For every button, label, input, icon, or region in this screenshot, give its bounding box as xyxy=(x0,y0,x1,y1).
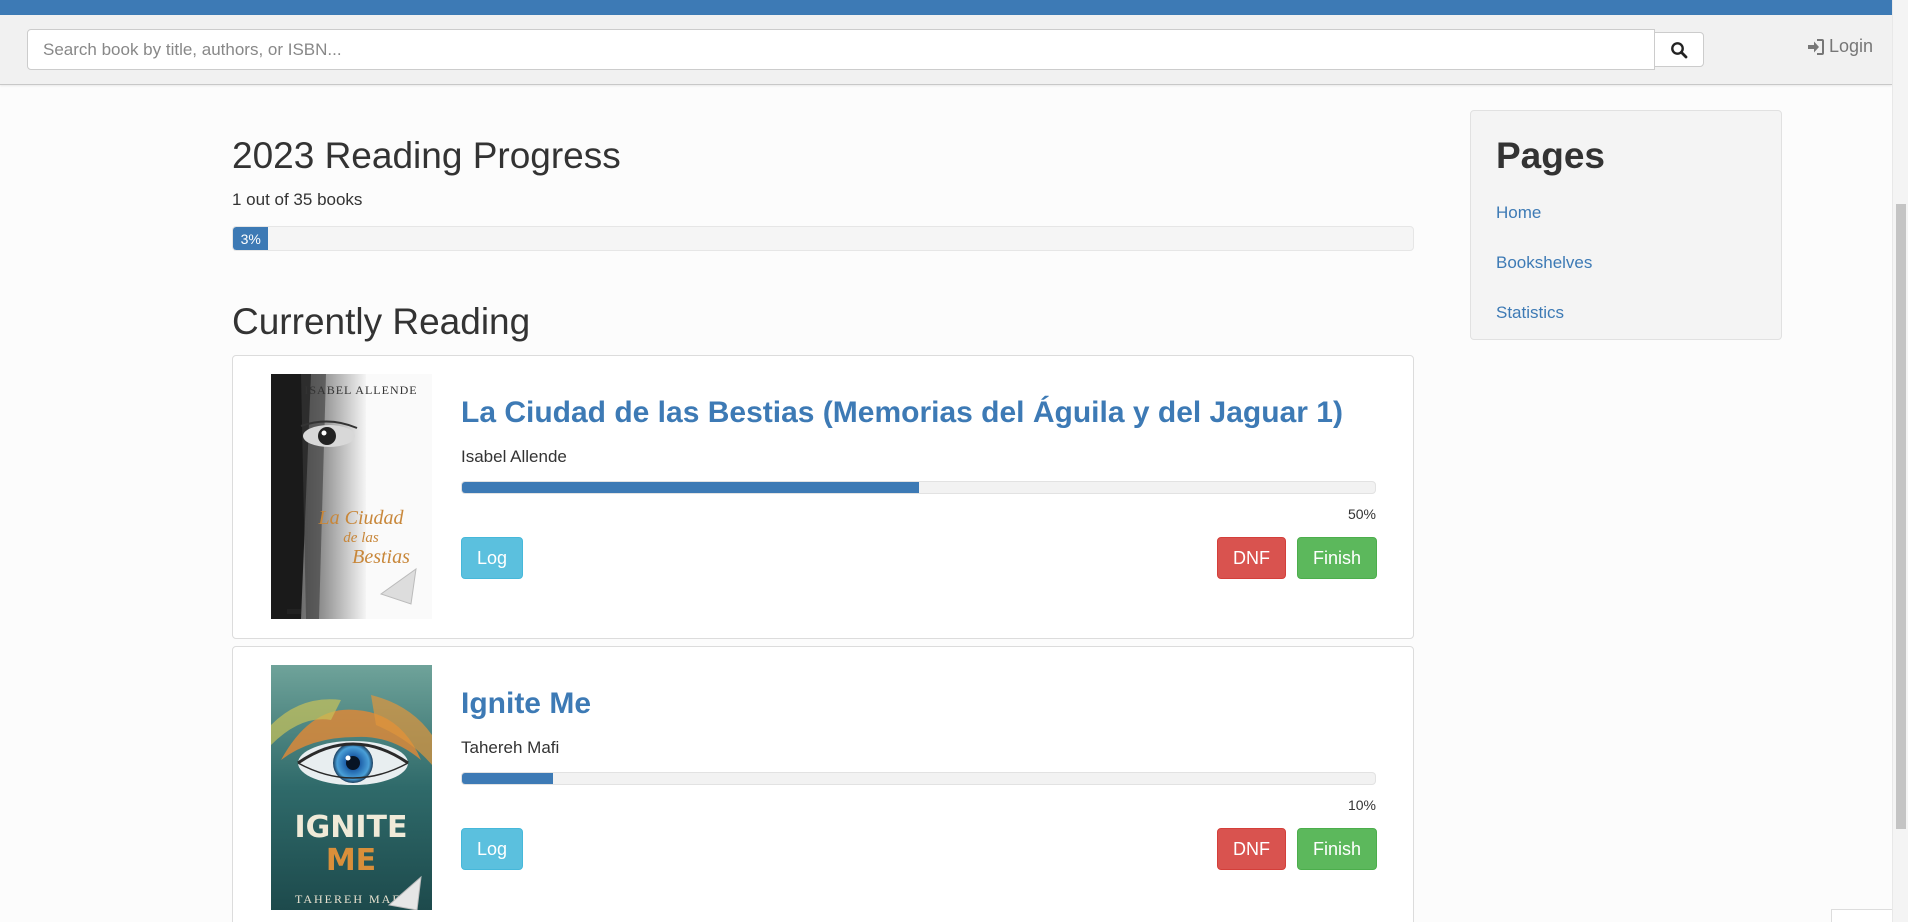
book-progress-bar xyxy=(461,481,1376,494)
cover-title-line: Bestias xyxy=(352,546,410,568)
corner-panel xyxy=(1831,909,1892,922)
reading-progress-heading: 2023 Reading Progress xyxy=(232,135,621,176)
log-button[interactable]: Log xyxy=(461,537,523,579)
login-link[interactable]: Login xyxy=(1807,36,1873,57)
scrollbar-thumb[interactable] xyxy=(1896,204,1906,829)
cover-title-line: de las xyxy=(343,530,379,546)
finish-button[interactable]: Finish xyxy=(1297,828,1377,870)
cover-title-line: IGNITE xyxy=(294,810,407,845)
book-card: IGNITE ME TAHEREH MAFI Ignite Me Tahereh… xyxy=(232,646,1414,922)
log-button[interactable]: Log xyxy=(461,828,523,870)
sidebar-title: Pages xyxy=(1496,135,1606,176)
top-accent-bar xyxy=(0,0,1892,15)
book-progress-percent: 50% xyxy=(1347,506,1376,522)
book-author: Tahereh Mafi xyxy=(461,738,560,757)
book-progress-percent: 10% xyxy=(1347,797,1376,813)
sign-in-icon xyxy=(1808,38,1824,55)
header: Login xyxy=(0,15,1892,85)
book-progress-fill xyxy=(462,773,554,784)
book-title-link[interactable]: La Ciudad de las Bestias (Memorias del Á… xyxy=(461,396,1343,430)
currently-reading-heading: Currently Reading xyxy=(232,301,531,342)
sidebar-link-bookshelves[interactable]: Bookshelves xyxy=(1496,253,1592,273)
reading-progress-count: 1 out of 35 books xyxy=(232,190,363,209)
search-input[interactable] xyxy=(27,29,1655,70)
finish-button[interactable]: Finish xyxy=(1297,537,1377,579)
book-progress-bar xyxy=(461,772,1376,785)
book-card: ISABEL ALLENDE La Ciudad de las Bestias … xyxy=(232,355,1414,639)
sidebar-link-statistics[interactable]: Statistics xyxy=(1496,303,1564,323)
yearly-progress-fill: 3% xyxy=(233,227,269,250)
cover-title-line: La Ciudad xyxy=(317,507,404,529)
search-icon xyxy=(1671,41,1688,58)
book-title-link[interactable]: Ignite Me xyxy=(461,687,591,721)
vertical-scrollbar[interactable] xyxy=(1892,0,1908,922)
book-cover[interactable]: ISABEL ALLENDE La Ciudad de las Bestias xyxy=(271,374,432,619)
book-cover[interactable]: IGNITE ME TAHEREH MAFI xyxy=(271,665,432,910)
pages-sidebar: Pages Home Bookshelves Statistics xyxy=(1470,110,1782,340)
book-progress-fill xyxy=(462,482,919,493)
cover-author-text: ISABEL ALLENDE xyxy=(304,383,417,397)
search-button[interactable] xyxy=(1654,32,1704,67)
yearly-progress-bar: 3% xyxy=(232,226,1414,251)
login-label: Login xyxy=(1829,36,1874,56)
dnf-button[interactable]: DNF xyxy=(1217,828,1286,870)
dnf-button[interactable]: DNF xyxy=(1217,537,1286,579)
cover-title-line: ME xyxy=(326,843,376,878)
sidebar-link-home[interactable]: Home xyxy=(1496,203,1541,223)
book-author: Isabel Allende xyxy=(461,447,567,466)
